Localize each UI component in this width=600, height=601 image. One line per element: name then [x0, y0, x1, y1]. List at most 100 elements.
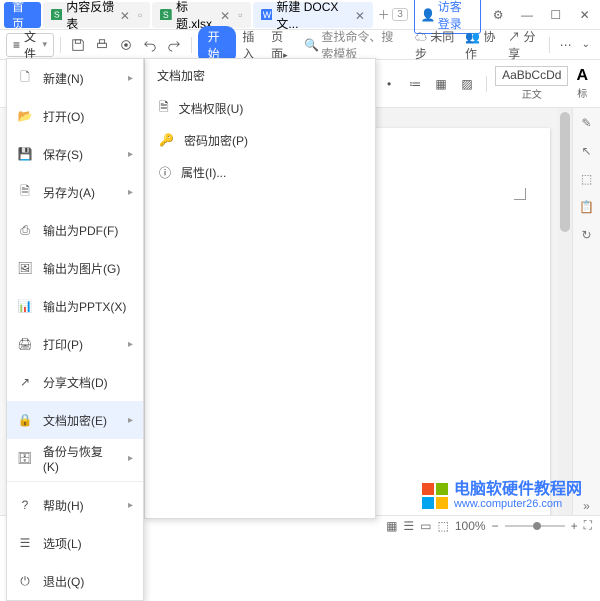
chevron-right-icon: ▸	[128, 187, 133, 198]
zoom-level[interactable]: 100%	[455, 519, 486, 533]
ribbon-collapse-button[interactable]: ⋯	[556, 34, 576, 56]
share-icon: ↗	[17, 374, 33, 390]
menu-help[interactable]: ?帮助(H)▸	[7, 486, 143, 524]
fullscreen-button[interactable]: ⛶	[584, 518, 592, 533]
tab-insert[interactable]: 插入	[238, 28, 265, 62]
borders-button[interactable]: ▦	[430, 73, 452, 95]
minimize-button[interactable]: —	[516, 5, 539, 25]
chevron-right-icon: ▸	[128, 73, 133, 84]
shading-button[interactable]: ▨	[456, 73, 478, 95]
maximize-button[interactable]: ☐	[544, 5, 567, 25]
print-icon: 🖨	[17, 336, 33, 352]
preview-button[interactable]	[115, 34, 137, 56]
share-button[interactable]: ↗ 分享	[504, 28, 543, 62]
view-page-button[interactable]: ▦	[386, 519, 397, 533]
help-icon: ?	[17, 497, 33, 513]
search-icon: 🔍	[304, 38, 319, 52]
tab-divider-icon: ▫	[238, 8, 242, 22]
hamburger-icon: ≡	[13, 38, 20, 52]
style-heading-partial[interactable]: A 标	[572, 65, 592, 102]
share-icon: ↗	[508, 30, 520, 44]
menu-export-image[interactable]: 🖼输出为图片(G)	[7, 249, 143, 287]
view-reading-button[interactable]: ⬚	[438, 519, 449, 533]
image-icon: 🖼	[17, 260, 33, 276]
pencil-icon[interactable]: ✎	[578, 114, 596, 132]
clipboard-icon[interactable]: 📋	[578, 198, 596, 216]
refresh-icon[interactable]: ↻	[578, 226, 596, 244]
settings-icon[interactable]: ⚙	[487, 5, 510, 25]
zoom-out-button[interactable]: −	[492, 519, 499, 533]
save-button[interactable]	[67, 34, 89, 56]
tab-sheet-1[interactable]: S 内容反馈表 ✕ ▫	[43, 2, 151, 28]
perm-icon: 🗎	[159, 98, 169, 119]
close-icon[interactable]: ✕	[120, 9, 130, 21]
bullets-button[interactable]: •	[378, 73, 400, 95]
submenu-header: 文档加密	[145, 59, 375, 92]
search-placeholder: 查找命令、搜索模板	[321, 28, 402, 62]
svg-text:S: S	[54, 9, 60, 19]
menu-exit[interactable]: ⏻退出(Q)	[7, 562, 143, 600]
menu-open[interactable]: 📂打开(O)	[7, 97, 143, 135]
chevron-down-icon[interactable]: ⌄	[578, 34, 594, 56]
tab-page[interactable]: 页面▸	[267, 28, 297, 62]
xls-icon: S	[51, 8, 63, 22]
open-icon: 📂	[17, 108, 33, 124]
zoom-in-button[interactable]: +	[571, 519, 578, 533]
windows-logo-icon	[422, 483, 448, 509]
properties-icon: ⓘ	[159, 164, 171, 181]
chevron-right-icon: ▸	[128, 339, 133, 350]
close-icon[interactable]: ✕	[355, 9, 365, 21]
watermark-url: www.computer26.com	[454, 498, 582, 510]
exit-icon: ⏻	[17, 573, 33, 589]
zoom-slider[interactable]	[505, 525, 565, 527]
close-icon[interactable]: ✕	[220, 9, 230, 21]
undo-button[interactable]	[139, 34, 161, 56]
menu-export-pptx[interactable]: 📊输出为PPTX(X)	[7, 287, 143, 325]
divider	[549, 37, 550, 53]
submenu-properties[interactable]: ⓘ属性(I)...	[145, 156, 375, 188]
notification-badge[interactable]: 3	[392, 8, 408, 21]
select-icon[interactable]: ⬚	[578, 170, 596, 188]
submenu-password-encrypt[interactable]: 🔑密码加密(P)	[145, 124, 375, 156]
numbered-button[interactable]: ≔	[404, 73, 426, 95]
menu-new[interactable]: 🗋新建(N)▸	[7, 59, 143, 97]
style-normal[interactable]: AaBbCcDd 正文	[495, 66, 568, 100]
chevron-right-icon: ▸	[128, 149, 133, 160]
new-tab-button[interactable]: ＋	[375, 5, 392, 25]
submenu-permissions[interactable]: 🗎文档权限(U)	[145, 92, 375, 124]
menu-save-as[interactable]: 🗎另存为(A)▸	[7, 173, 143, 211]
svg-text:W: W	[262, 9, 271, 19]
view-web-button[interactable]: ▭	[420, 519, 431, 533]
watermark-text: 电脑软硬件教程网	[454, 482, 582, 498]
app-menu-button[interactable]: ≡文件▾	[6, 33, 54, 57]
menu-backup[interactable]: 🗄备份与恢复(K)▸	[7, 439, 143, 477]
menu-export-pdf[interactable]: ⎙输出为PDF(F)	[7, 211, 143, 249]
divider	[60, 37, 61, 53]
arrow-icon[interactable]: ↖	[578, 142, 596, 160]
divider	[191, 37, 192, 53]
cloud-icon: ☁	[415, 30, 427, 44]
menu-print[interactable]: 🖨打印(P)▸	[7, 325, 143, 363]
menu-encrypt[interactable]: 🔒文档加密(E)▸	[7, 401, 143, 439]
print-button[interactable]	[91, 34, 113, 56]
file-label: 文件	[24, 28, 38, 62]
vertical-scrollbar[interactable]	[558, 108, 572, 515]
sync-button[interactable]: ☁ 未同步	[411, 28, 459, 62]
menu-save[interactable]: 💾保存(S)▸	[7, 135, 143, 173]
key-icon: 🔑	[159, 133, 174, 147]
menu-options[interactable]: ☰选项(L)	[7, 524, 143, 562]
menu-share[interactable]: ↗分享文档(D)	[7, 363, 143, 401]
close-button[interactable]: ✕	[573, 5, 596, 25]
tab-home[interactable]: 首页	[4, 2, 41, 28]
side-toolbar: ✎ ↖ ⬚ 📋 ↻ »	[572, 108, 600, 515]
redo-button[interactable]	[163, 34, 185, 56]
encrypt-submenu: 文档加密 🗎文档权限(U) 🔑密码加密(P) ⓘ属性(I)...	[144, 58, 376, 519]
lock-icon: 🔒	[17, 412, 33, 428]
user-icon: 👤	[421, 8, 436, 22]
main-toolbar: ≡文件▾ 开始 插入 页面▸ 🔍 查找命令、搜索模板 ☁ 未同步 👥 协作 ↗ …	[0, 30, 600, 60]
view-outline-button[interactable]: ☰	[403, 519, 414, 533]
tab-sheet-2[interactable]: S 标题.xlsx ✕ ▫	[152, 2, 250, 28]
chevron-right-icon: ▸	[128, 500, 133, 511]
scrollbar-thumb[interactable]	[560, 112, 570, 232]
collab-button[interactable]: 👥 协作	[461, 28, 502, 62]
